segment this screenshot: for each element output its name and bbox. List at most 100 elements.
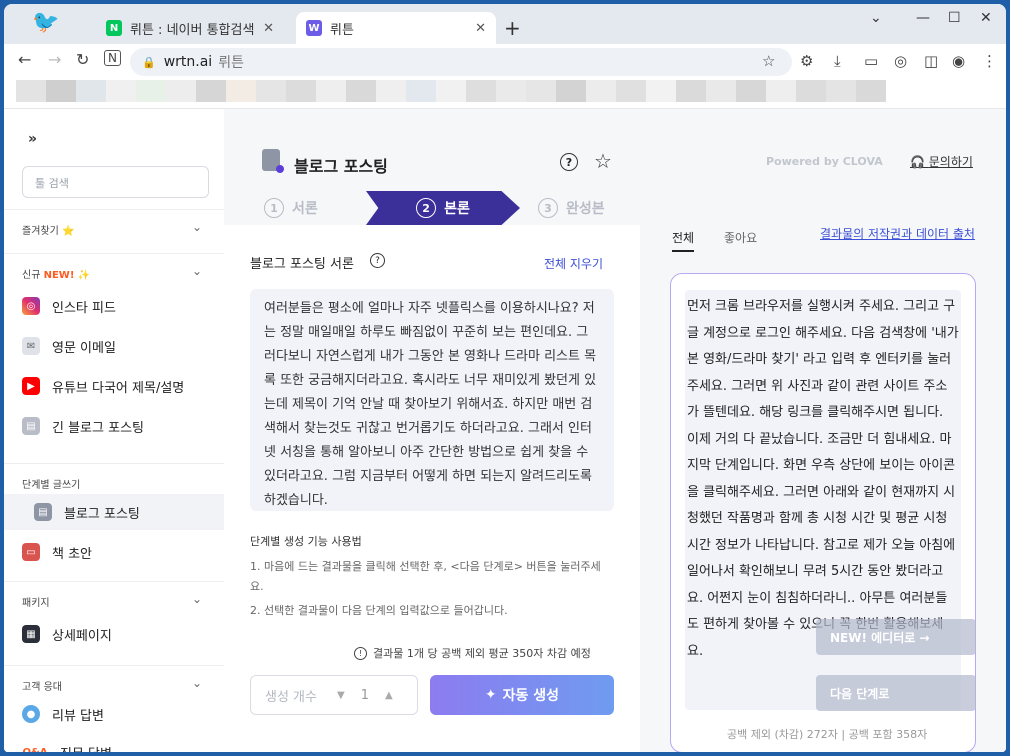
intro-textarea[interactable]: 여러분들은 평소에 얼마나 자주 넷플릭스를 이용하시나요? 저는 정말 매일매… — [250, 289, 614, 511]
tab-all[interactable]: 전체 — [672, 229, 695, 252]
screenshot-icon[interactable]: ◎ — [894, 52, 907, 70]
chevron-down-icon[interactable]: ⌄ — [192, 264, 202, 278]
bookmark-blurred[interactable] — [106, 80, 136, 102]
tab-close-icon[interactable]: ✕ — [475, 21, 486, 36]
bookmarks-bar — [16, 80, 886, 104]
bookmark-blurred[interactable] — [646, 80, 676, 102]
bookmark-blurred[interactable] — [616, 80, 646, 102]
sparkle-icon: ✨ — [77, 270, 91, 281]
tab-wrtn[interactable]: W 뤼튼 ✕ — [296, 12, 496, 44]
bookmark-blurred[interactable] — [376, 80, 406, 102]
bookmark-blurred[interactable] — [466, 80, 496, 102]
bookmark-blurred[interactable] — [526, 80, 556, 102]
tab-strip: 🐦 N 뤼튼 : 네이버 통합검색 ✕ W 뤼튼 ✕ + ⌄ — ☐ ✕ — [4, 4, 1006, 44]
next-step-button[interactable]: 다음 단계로 — [816, 675, 976, 711]
help-icon[interactable]: ? — [560, 153, 578, 171]
chevron-down-icon[interactable]: ⌄ — [192, 592, 202, 606]
sidebar-item-job-reply[interactable]: Q&A 직무 답변 — [22, 734, 222, 753]
bookmark-blurred[interactable] — [676, 80, 706, 102]
profile-icon[interactable]: ◉ — [952, 52, 965, 70]
copyright-link[interactable]: 결과물의 저작권과 데이터 출처 — [820, 225, 975, 242]
bookmark-blurred[interactable] — [826, 80, 856, 102]
step-section-title: 단계별 글쓰기 — [22, 480, 81, 491]
favorite-star-icon[interactable]: ☆ — [594, 149, 612, 173]
bookmark-blurred[interactable] — [796, 80, 826, 102]
maximize-icon[interactable]: ☐ — [948, 10, 961, 26]
chevron-down-icon[interactable]: ⌄ — [192, 676, 202, 690]
close-window-icon[interactable]: ✕ — [980, 10, 992, 26]
sidebar-item-book-draft[interactable]: ▭ 책 초안 — [22, 534, 222, 570]
tab-search-chevron-icon[interactable]: ⌄ — [870, 10, 882, 26]
sidebar-item-detail-page[interactable]: ▦ 상세페이지 — [22, 616, 222, 652]
bookmark-blurred[interactable] — [46, 80, 76, 102]
step-body[interactable]: 2 본론 — [366, 191, 520, 225]
sidebar-item-label: 상세페이지 — [52, 628, 112, 644]
collapse-sidebar-icon[interactable]: » — [28, 131, 37, 147]
split-view-icon[interactable]: ◫ — [924, 52, 938, 70]
naver-home-icon[interactable]: N — [104, 50, 121, 66]
bookmark-blurred[interactable] — [406, 80, 436, 102]
bookmark-blurred[interactable] — [856, 80, 886, 102]
bookmark-blurred[interactable] — [706, 80, 736, 102]
download-icon[interactable]: ⤓ — [834, 52, 841, 70]
tab-close-icon[interactable]: ✕ — [263, 21, 274, 36]
chevron-down-icon[interactable]: ⌄ — [192, 220, 202, 234]
inquiry-link[interactable]: 🎧 문의하기 — [910, 153, 973, 170]
back-icon[interactable]: ← — [18, 50, 31, 69]
increment-icon[interactable]: ▲ — [385, 690, 393, 701]
reload-icon[interactable]: ↻ — [76, 50, 89, 69]
bookmark-star-icon[interactable]: ☆ — [762, 52, 775, 70]
auto-generate-button[interactable]: ✦ 자동 생성 — [430, 675, 614, 715]
bookmark-blurred[interactable] — [76, 80, 106, 102]
sidebar-item-instagram-feed[interactable]: ◎ 인스타 피드 — [22, 288, 222, 324]
package-section-title: 패키지 — [22, 598, 50, 609]
site-name: 뤼튼 — [218, 55, 244, 71]
email-icon: ✉ — [22, 337, 40, 355]
bookmark-blurred[interactable] — [286, 80, 316, 102]
bookmark-blurred[interactable] — [556, 80, 586, 102]
new-tab-button[interactable]: + — [504, 16, 521, 40]
generation-count-stepper[interactable]: 생성 개수 ▼ 1 ▲ — [250, 675, 418, 715]
bookmark-blurred[interactable] — [766, 80, 796, 102]
package-section: 패키지 ⌄ ▦ 상세페이지 — [4, 581, 224, 665]
bookmark-blurred[interactable] — [586, 80, 616, 102]
input-panel: 블로그 포스팅 서론 ? 전체 지우기 여러분들은 평소에 얼마나 자주 넷플릭… — [224, 225, 640, 752]
sidebar-item-youtube-titles[interactable]: ▶ 유튜브 다국어 제목/설명 — [22, 368, 222, 404]
decrement-icon[interactable]: ▼ — [337, 690, 345, 701]
bookmark-blurred[interactable] — [226, 80, 256, 102]
bookmark-blurred[interactable] — [196, 80, 226, 102]
tab-naver-search[interactable]: N 뤼튼 : 네이버 통합검색 ✕ — [96, 12, 284, 44]
favorites-section[interactable]: 즐겨찾기 ⭐ ⌄ — [4, 209, 224, 253]
main-area: 블로그 포스팅 ? ☆ Powered by CLOVA 🎧 문의하기 1 서론… — [224, 109, 1006, 752]
bookmark-blurred[interactable] — [166, 80, 196, 102]
tab-liked[interactable]: 좋아요 — [724, 229, 757, 246]
sidebar-item-review-reply[interactable]: ● 리뷰 답변 — [22, 696, 222, 732]
sidebar-item-blog-posting[interactable]: ▤ 블로그 포스팅 — [4, 494, 224, 530]
step-intro[interactable]: 1 서론 — [264, 191, 318, 225]
clear-all-button[interactable]: 전체 지우기 — [544, 255, 603, 272]
bookmark-blurred[interactable] — [316, 80, 346, 102]
tab-label: 뤼튼 — [330, 22, 354, 38]
bookmark-blurred[interactable] — [256, 80, 286, 102]
sidebar-item-long-blog[interactable]: ▤ 긴 블로그 포스팅 — [22, 408, 222, 444]
sidebar-item-english-email[interactable]: ✉ 영문 이메일 — [22, 328, 222, 364]
bookmark-blurred[interactable] — [436, 80, 466, 102]
sidebar-item-label: 인스타 피드 — [52, 300, 116, 316]
forward-icon[interactable]: → — [48, 50, 61, 69]
extension-icon[interactable]: ⚙ — [800, 52, 813, 70]
menu-icon[interactable]: ⋮ — [982, 52, 997, 70]
bookmark-blurred[interactable] — [496, 80, 526, 102]
bookmark-blurred[interactable] — [16, 80, 46, 102]
new-section-prefix: 신규 — [22, 270, 41, 281]
bookmark-blurred[interactable] — [346, 80, 376, 102]
help-icon[interactable]: ? — [370, 253, 385, 268]
minimize-icon[interactable]: — — [916, 10, 930, 26]
cast-icon[interactable]: ▭ — [864, 52, 878, 70]
bookmark-blurred[interactable] — [136, 80, 166, 102]
tool-search-input[interactable]: 툴 검색 — [22, 166, 209, 198]
address-bar[interactable]: 🔒 wrtn.ai 뤼튼 — [130, 48, 792, 76]
bookmark-blurred[interactable] — [736, 80, 766, 102]
guide-title: 단계별 생성 기능 사용법 — [250, 535, 362, 548]
to-editor-button[interactable]: NEW! 에디터로 → — [816, 619, 976, 655]
step-final[interactable]: 3 완성본 — [538, 191, 605, 225]
